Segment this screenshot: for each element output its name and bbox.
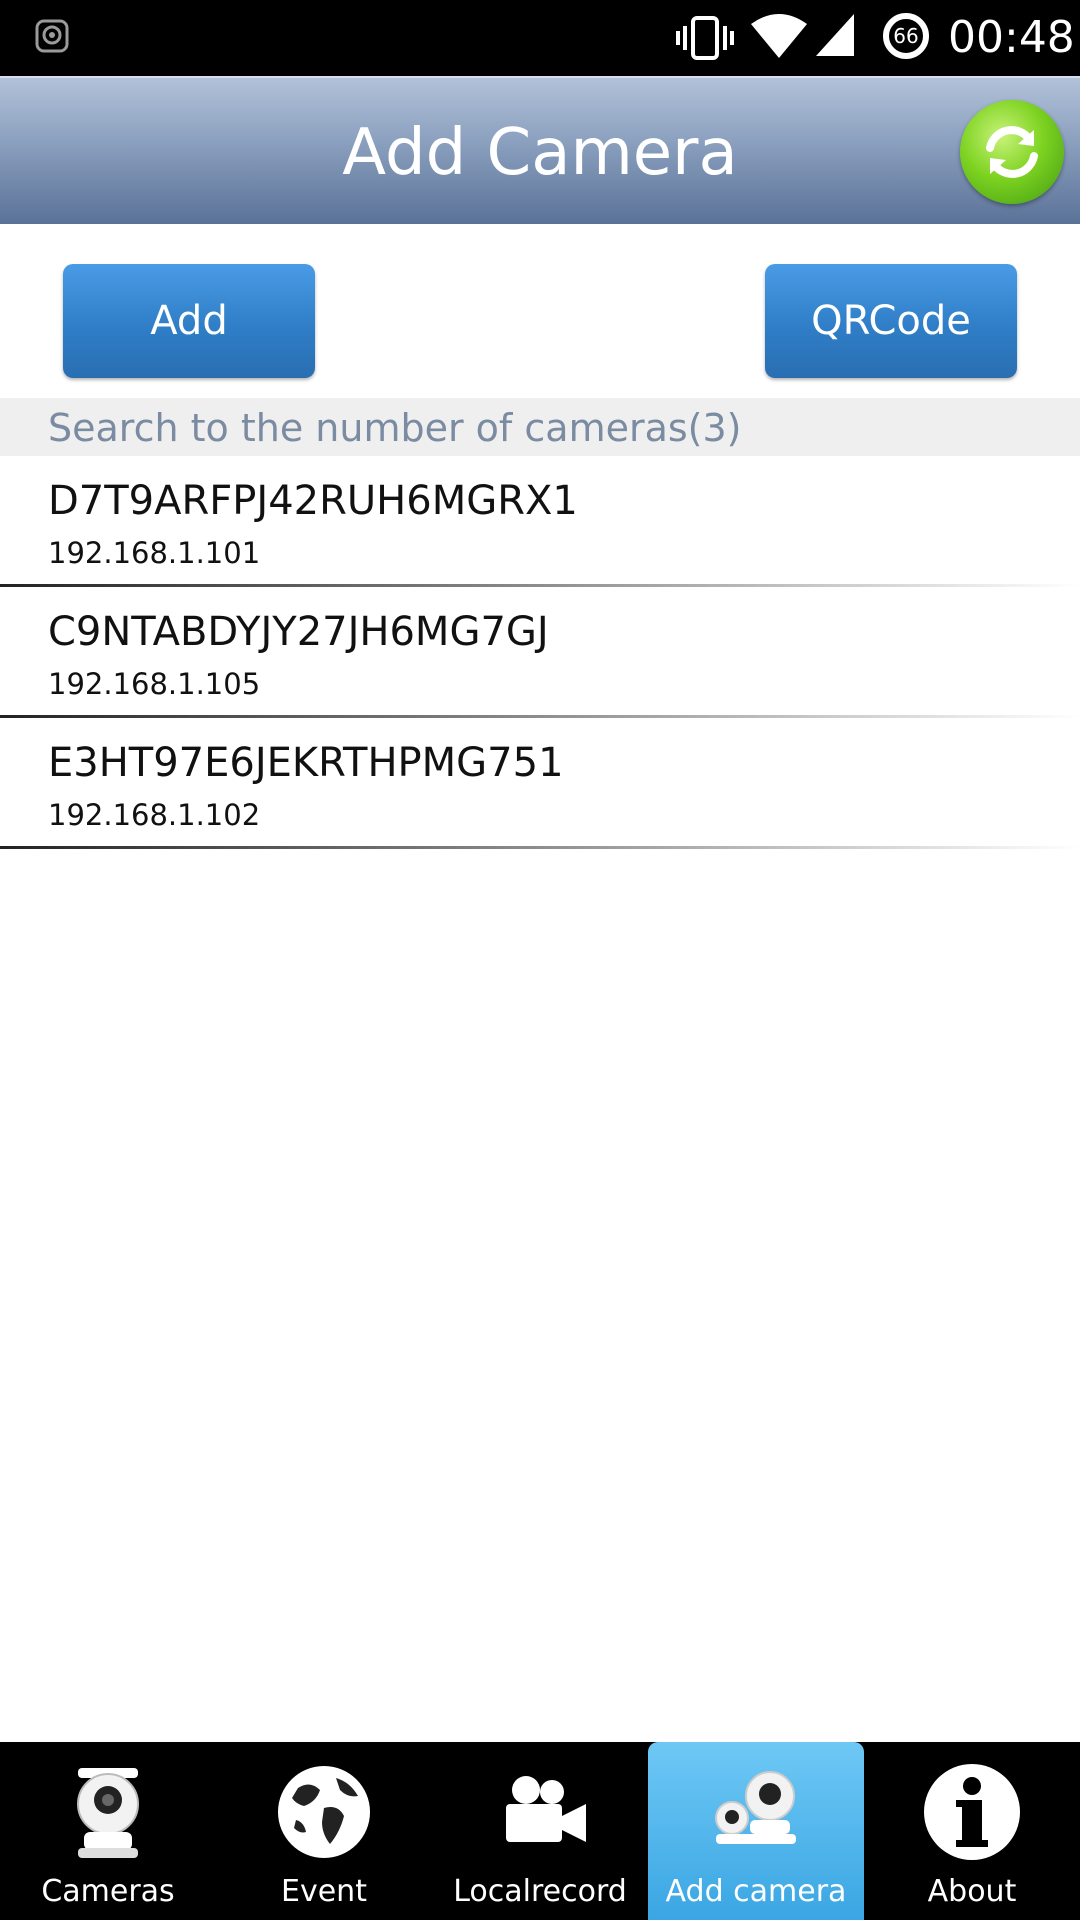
vibrate-icon bbox=[676, 16, 734, 60]
camera-list: D7T9ARFPJ42RUH6MGRX1 192.168.1.101 C9NTA… bbox=[0, 456, 1080, 849]
tab-about[interactable]: About bbox=[864, 1742, 1080, 1920]
tab-event[interactable]: Event bbox=[216, 1742, 432, 1920]
tab-label: Event bbox=[281, 1874, 367, 1909]
search-result-header: Search to the number of cameras(3) bbox=[0, 398, 1080, 456]
camera-count-text: Search to the number of cameras(3) bbox=[48, 406, 742, 450]
list-item[interactable]: C9NTABDYJY27JH6MG7GJ 192.168.1.105 bbox=[0, 587, 1080, 718]
camera-id: D7T9ARFPJ42RUH6MGRX1 bbox=[48, 478, 578, 524]
status-bar: 66 00:48 bbox=[0, 0, 1080, 76]
add-button[interactable]: Add bbox=[63, 264, 315, 378]
signal-icon bbox=[816, 14, 854, 56]
clock: 00:48 bbox=[948, 12, 1075, 63]
camera-ip: 192.168.1.102 bbox=[48, 798, 261, 832]
battery-level-text: 66 bbox=[893, 24, 918, 48]
globe-icon bbox=[278, 1766, 370, 1858]
camera-id: E3HT97E6JEKRTHPMG751 bbox=[48, 740, 564, 786]
add-camera-icon bbox=[715, 1771, 796, 1844]
camera-id: C9NTABDYJY27JH6MG7GJ bbox=[48, 609, 549, 655]
info-icon bbox=[924, 1764, 1020, 1860]
divider bbox=[0, 846, 1080, 849]
tab-add-camera[interactable]: Add camera bbox=[648, 1742, 864, 1920]
refresh-icon bbox=[986, 126, 1038, 178]
list-item[interactable]: D7T9ARFPJ42RUH6MGRX1 192.168.1.101 bbox=[0, 456, 1080, 587]
tab-label: Cameras bbox=[41, 1874, 175, 1909]
bottom-nav: Cameras Event Localrecord Add camera Abo… bbox=[0, 1742, 1080, 1920]
battery-icon: 66 bbox=[882, 12, 930, 60]
tab-localrecord[interactable]: Localrecord bbox=[432, 1742, 648, 1920]
qrcode-button[interactable]: QRCode bbox=[765, 264, 1017, 378]
video-camera-icon bbox=[506, 1776, 586, 1842]
wifi-icon bbox=[751, 14, 807, 58]
camera-icon bbox=[77, 1768, 139, 1858]
camera-ip: 192.168.1.101 bbox=[48, 536, 261, 570]
tab-label: Add camera bbox=[665, 1874, 847, 1909]
refresh-button[interactable] bbox=[960, 100, 1064, 204]
screen: 66 00:48 Add Camera Add QRCode Search to… bbox=[0, 0, 1080, 1920]
page-title: Add Camera bbox=[342, 116, 738, 190]
tab-label: About bbox=[927, 1874, 1017, 1909]
camera-ip: 192.168.1.105 bbox=[48, 667, 261, 701]
screenshot-icon bbox=[35, 19, 69, 53]
tab-cameras[interactable]: Cameras bbox=[0, 1742, 216, 1920]
list-item[interactable]: E3HT97E6JEKRTHPMG751 192.168.1.102 bbox=[0, 718, 1080, 849]
app-header: Add Camera bbox=[0, 76, 1080, 224]
tab-label: Localrecord bbox=[453, 1874, 627, 1909]
